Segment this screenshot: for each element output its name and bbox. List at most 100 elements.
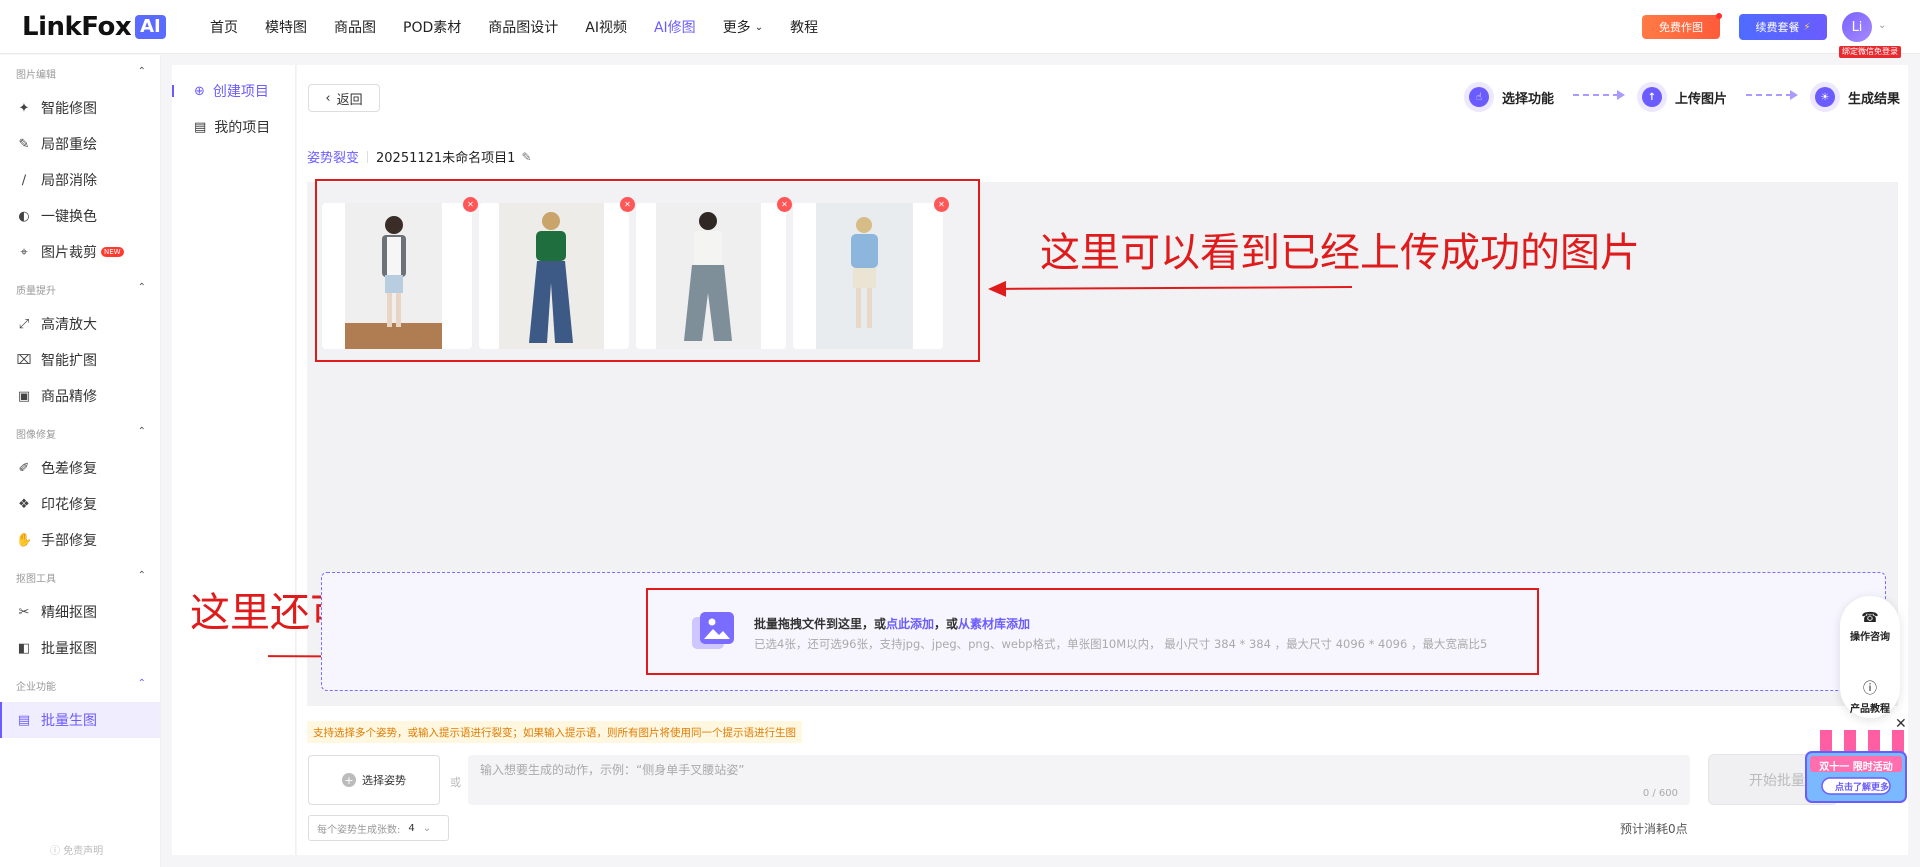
- click-to-add-link[interactable]: 点此添加: [886, 617, 934, 631]
- disclaimer-link[interactable]: ⓘ 免责声明: [50, 842, 103, 857]
- count-value: 4: [408, 822, 415, 834]
- chevron-down-icon[interactable]: ⌄: [1878, 20, 1886, 31]
- sidebar-item-label: 智能修图: [41, 101, 97, 117]
- sidebar: 图片编辑 ⌃ ✦ 智能修图 ✎ 局部重绘 ∕ 局部消除 ◐ 一键换色 ⌖ 图片裁剪 NEW 质…: [0, 55, 161, 867]
- sidebar-section-enterprise[interactable]: 企业功能 ⌃: [16, 678, 146, 693]
- estimated-cost: 预计消耗0点: [1620, 822, 1688, 836]
- step-generate-result: ☀ 生成结果: [1810, 82, 1900, 112]
- sidebar-item-label: 批量抠图: [41, 641, 97, 657]
- upload-icon: ↑: [1637, 82, 1667, 112]
- renew-plan-button[interactable]: 续费套餐 ⚡: [1739, 14, 1827, 40]
- avatar[interactable]: Li: [1842, 12, 1872, 42]
- notification-dot: [1716, 13, 1722, 19]
- section-title: 抠图工具: [16, 574, 56, 585]
- sidebar-item-fine-cutout[interactable]: ✂ 精细抠图: [0, 594, 160, 630]
- breadcrumb: 姿势裂变 20251121未命名项目1 ✎: [307, 147, 532, 167]
- nav-more[interactable]: 更多 ⌄: [723, 17, 763, 37]
- nav-home[interactable]: 首页: [210, 17, 238, 37]
- sidebar-item-label: 手部修复: [41, 533, 97, 549]
- sidebar-section-cutout[interactable]: 抠图工具 ⌃: [16, 570, 146, 585]
- project-name: 20251121未命名项目1: [376, 151, 516, 166]
- chevron-up-icon: ⌃: [137, 282, 146, 293]
- document-icon: ▤: [194, 119, 207, 135]
- section-title: 企业功能: [16, 682, 56, 693]
- free-drawing-button[interactable]: 免费作图: [1642, 13, 1722, 39]
- nav-tutorial[interactable]: 教程: [790, 17, 818, 37]
- sidebar-item-local-redraw[interactable]: ✎ 局部重绘: [0, 126, 160, 162]
- edit-icon[interactable]: ✎: [521, 150, 531, 164]
- sidebar-item-product-refine[interactable]: ▣ 商品精修: [0, 378, 160, 414]
- dropzone-text-a: 批量拖拽文件到这里，或: [754, 617, 887, 631]
- upscale-icon: ⤢: [18, 316, 30, 332]
- nav-ai-retouch[interactable]: AI修图: [654, 17, 696, 37]
- floating-help-panel: ☎ 操作咨询 ⓘ 产品教程: [1840, 596, 1900, 718]
- sidebar-item-batch-generate[interactable]: ▤ 批量生图: [0, 702, 160, 738]
- palette-icon: ◐: [18, 208, 30, 224]
- sidebar-item-print-fix[interactable]: ❖ 印花修复: [0, 486, 160, 522]
- create-project-item[interactable]: ⊕ 创建项目: [172, 76, 296, 106]
- eraser-icon: ∕: [21, 172, 27, 188]
- top-bar: LinkFox AI 首页 模特图 商品图 POD素材 商品图设计 AI视频 A…: [0, 0, 1920, 58]
- nav-model-image[interactable]: 模特图: [265, 17, 307, 37]
- sidebar-item-expand[interactable]: ⌧ 智能扩图: [0, 342, 160, 378]
- plus-circle-icon: ⊕: [194, 83, 205, 99]
- image-upload-icon[interactable]: [690, 611, 736, 651]
- section-title: 图片编辑: [16, 70, 56, 81]
- wechat-bind-badge[interactable]: 绑定微信免登录: [1839, 46, 1901, 58]
- sidebar-item-hand-fix[interactable]: ✋ 手部修复: [0, 522, 160, 558]
- back-button[interactable]: ‹ 返回: [308, 84, 380, 112]
- sidebar-section-quality[interactable]: 质量提升 ⌃: [16, 282, 146, 297]
- my-projects-item[interactable]: ▤ 我的项目: [172, 112, 296, 142]
- nav-product-image[interactable]: 商品图: [334, 17, 376, 37]
- main-nav: 首页 模特图 商品图 POD素材 商品图设计 AI视频 AI修图 更多 ⌄ 教程: [210, 0, 845, 54]
- prompt-input[interactable]: [480, 763, 1380, 777]
- sidebar-section-repair[interactable]: 图像修复 ⌃: [16, 426, 146, 441]
- sidebar-item-label: 商品精修: [41, 389, 97, 405]
- print-icon: ❖: [18, 496, 30, 512]
- promo-title: 双十一 限时活动: [1819, 762, 1893, 773]
- sidebar-item-label: 精细抠图: [41, 605, 97, 621]
- nav-ai-video[interactable]: AI视频: [585, 17, 627, 37]
- chevron-up-icon: ⌃: [137, 570, 146, 581]
- count-per-pose-select[interactable]: 每个姿势生成张数: 4 ⌄: [308, 815, 449, 841]
- sidebar-item-label: 局部重绘: [41, 137, 97, 153]
- tutorial-button[interactable]: ⓘ 产品教程: [1840, 678, 1900, 715]
- crumb-type[interactable]: 姿势裂变: [307, 147, 359, 166]
- free-drawing-label: 免费作图: [1659, 21, 1703, 34]
- chevron-up-icon: ⌃: [137, 426, 146, 437]
- promo-button[interactable]: 点击了解更多: [1830, 780, 1894, 793]
- consult-button[interactable]: ☎ 操作咨询: [1840, 610, 1900, 643]
- sidebar-item-recolor[interactable]: ◐ 一键换色: [0, 198, 160, 234]
- chevron-up-icon: ⌃: [137, 678, 146, 689]
- sidebar-item-batch-cutout[interactable]: ◧ 批量抠图: [0, 630, 160, 666]
- sidebar-item-label: 局部消除: [41, 173, 97, 189]
- step-arrow: [1746, 90, 1798, 100]
- sidebar-item-local-erase[interactable]: ∕ 局部消除: [0, 162, 160, 198]
- annotation-uploaded-text: 这里可以看到已经上传成功的图片: [1040, 230, 1640, 276]
- select-pose-button[interactable]: + 选择姿势: [308, 755, 440, 805]
- sidebar-item-upscale[interactable]: ⤢ 高清放大: [0, 306, 160, 342]
- my-projects-label: 我的项目: [214, 120, 271, 136]
- tutorial-label: 产品教程: [1850, 704, 1890, 715]
- sidebar-item-color-fix[interactable]: ✐ 色差修复: [0, 450, 160, 486]
- question-icon: ⓘ: [1863, 681, 1877, 697]
- sidebar-item-label: 印花修复: [41, 497, 97, 513]
- sidebar-section-image-edit[interactable]: 图片编辑 ⌃: [16, 66, 146, 81]
- chevron-up-icon: ⌃: [137, 66, 146, 77]
- step-label: 上传图片: [1675, 91, 1728, 107]
- lightning-icon: ⚡: [1803, 21, 1811, 33]
- add-from-library-link[interactable]: 从素材库添加: [958, 617, 1030, 631]
- sidebar-item-crop[interactable]: ⌖ 图片裁剪 NEW: [0, 234, 160, 270]
- section-title: 质量提升: [16, 286, 56, 297]
- chevron-down-icon: ⌄: [422, 822, 432, 834]
- nav-product-design[interactable]: 商品图设计: [488, 17, 558, 37]
- step-label: 生成结果: [1848, 91, 1901, 107]
- refine-icon: ▣: [17, 388, 31, 404]
- dropzone-instruction: 批量拖拽文件到这里，或点此添加，或从素材库添加: [754, 615, 1030, 632]
- logo[interactable]: LinkFox AI: [22, 12, 166, 42]
- plus-icon: +: [342, 773, 356, 787]
- back-label: 返回: [336, 92, 363, 108]
- close-icon[interactable]: ✕: [1895, 716, 1907, 732]
- nav-pod-material[interactable]: POD素材: [403, 17, 461, 37]
- sidebar-item-smart-retouch[interactable]: ✦ 智能修图: [0, 90, 160, 126]
